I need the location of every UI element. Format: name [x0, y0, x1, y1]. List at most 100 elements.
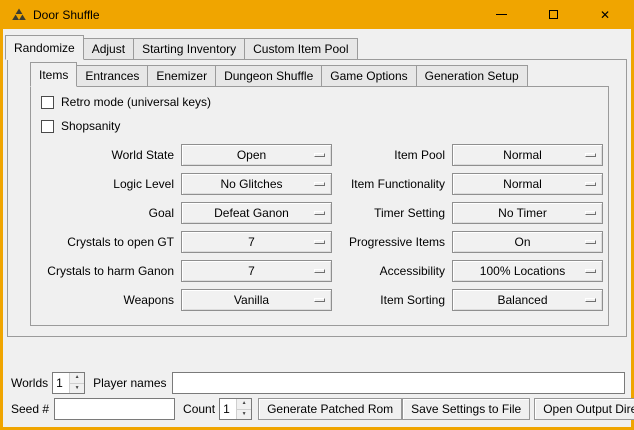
weapons-value: Vanilla	[234, 293, 279, 307]
open-output-directory-button[interactable]: Open Output Directory	[534, 398, 634, 420]
count-spinbox[interactable]: 1 ▲ ▼	[219, 398, 252, 420]
spin-up-icon[interactable]: ▲	[70, 373, 84, 384]
tab-entrances[interactable]: Entrances	[76, 65, 148, 87]
accessibility-label: Accessibility	[336, 264, 448, 278]
dropdown-indicator-icon	[314, 153, 325, 157]
spin-down-icon[interactable]: ▼	[70, 384, 84, 394]
window-controls: ✕	[475, 0, 631, 29]
generate-patched-rom-button[interactable]: Generate Patched Rom	[258, 398, 402, 420]
timer-setting-value: No Timer	[498, 206, 557, 220]
timer-setting-label: Timer Setting	[336, 206, 448, 220]
generate-row: Seed # Count 1 ▲ ▼ Generate Patched Rom …	[11, 398, 625, 420]
accessibility-dropdown[interactable]: 100% Locations	[452, 260, 603, 282]
dropdown-indicator-icon	[585, 182, 596, 186]
save-settings-button[interactable]: Save Settings to File	[402, 398, 530, 420]
item-pool-label: Item Pool	[336, 148, 448, 162]
world-state-label: World State	[41, 148, 177, 162]
goal-dropdown[interactable]: Defeat Ganon	[181, 202, 332, 224]
retro-mode-checkbox[interactable]: Retro mode (universal keys)	[41, 95, 608, 109]
shopsanity-checkbox[interactable]: Shopsanity	[41, 119, 608, 133]
item-sorting-dropdown[interactable]: Balanced	[452, 289, 603, 311]
spin-arrows: ▲ ▼	[236, 399, 251, 419]
dropdown-indicator-icon	[585, 153, 596, 157]
dropdown-indicator-icon	[585, 211, 596, 215]
weapons-label: Weapons	[41, 293, 177, 307]
item-pool-value: Normal	[503, 148, 552, 162]
dropdown-indicator-icon	[314, 298, 325, 302]
tab-dungeon-shuffle[interactable]: Dungeon Shuffle	[215, 65, 322, 87]
spin-down-icon[interactable]: ▼	[237, 410, 251, 420]
crystals-harm-ganon-label: Crystals to harm Ganon	[41, 264, 177, 278]
accessibility-value: 100% Locations	[480, 264, 575, 278]
tab-items[interactable]: Items	[30, 62, 77, 87]
tab-starting-inventory[interactable]: Starting Inventory	[133, 38, 245, 60]
tab-enemizer[interactable]: Enemizer	[147, 65, 216, 87]
tab-custom-item-pool[interactable]: Custom Item Pool	[244, 38, 357, 60]
world-state-value: Open	[237, 148, 276, 162]
close-icon: ✕	[600, 9, 610, 21]
item-functionality-dropdown[interactable]: Normal	[452, 173, 603, 195]
titlebar: Door Shuffle ✕	[3, 0, 631, 29]
item-functionality-label: Item Functionality	[336, 177, 448, 191]
checkbox-box-icon	[41, 120, 54, 133]
randomize-pane: Items Entrances Enemizer Dungeon Shuffle…	[7, 59, 627, 337]
crystals-harm-ganon-dropdown[interactable]: 7	[181, 260, 332, 282]
item-pool-dropdown[interactable]: Normal	[452, 144, 603, 166]
minimize-button[interactable]	[475, 0, 527, 29]
item-sorting-label: Item Sorting	[336, 293, 448, 307]
count-label: Count	[183, 402, 215, 416]
dropdown-indicator-icon	[314, 240, 325, 244]
progressive-items-dropdown[interactable]: On	[452, 231, 603, 253]
primary-tab-bar: Randomize Adjust Starting Inventory Cust…	[3, 35, 631, 60]
secondary-tab-bar: Items Entrances Enemizer Dungeon Shuffle…	[30, 62, 626, 87]
worlds-label: Worlds	[11, 376, 48, 390]
client-area: Randomize Adjust Starting Inventory Cust…	[3, 29, 631, 427]
crystals-open-gt-value: 7	[248, 235, 265, 249]
dropdown-indicator-icon	[314, 182, 325, 186]
dropdown-indicator-icon	[585, 298, 596, 302]
tab-randomize[interactable]: Randomize	[5, 35, 84, 60]
goal-label: Goal	[41, 206, 177, 220]
spin-up-icon[interactable]: ▲	[237, 399, 251, 410]
crystals-open-gt-label: Crystals to open GT	[41, 235, 177, 249]
window-title: Door Shuffle	[33, 8, 100, 22]
progressive-items-value: On	[514, 235, 540, 249]
dropdown-indicator-icon	[314, 269, 325, 273]
item-sorting-value: Balanced	[497, 293, 557, 307]
crystals-harm-ganon-value: 7	[248, 264, 265, 278]
logic-level-value: No Glitches	[220, 177, 292, 191]
count-value: 1	[220, 399, 236, 419]
timer-setting-dropdown[interactable]: No Timer	[452, 202, 603, 224]
spin-arrows: ▲ ▼	[69, 373, 84, 393]
seed-input[interactable]	[54, 398, 175, 420]
options-grid: World State Open Item Pool Normal Logic …	[41, 144, 608, 311]
dropdown-indicator-icon	[314, 211, 325, 215]
progressive-items-label: Progressive Items	[336, 235, 448, 249]
tab-generation-setup[interactable]: Generation Setup	[416, 65, 528, 87]
logic-level-dropdown[interactable]: No Glitches	[181, 173, 332, 195]
goal-value: Defeat Ganon	[214, 206, 299, 220]
maximize-button[interactable]	[527, 0, 579, 29]
items-pane: Retro mode (universal keys) Shopsanity W…	[30, 86, 609, 326]
worlds-spinbox[interactable]: 1 ▲ ▼	[52, 372, 85, 394]
seed-label: Seed #	[11, 402, 49, 416]
player-names-label: Player names	[93, 376, 166, 390]
logic-level-label: Logic Level	[41, 177, 177, 191]
dropdown-indicator-icon	[585, 240, 596, 244]
weapons-dropdown[interactable]: Vanilla	[181, 289, 332, 311]
dropdown-indicator-icon	[585, 269, 596, 273]
world-state-dropdown[interactable]: Open	[181, 144, 332, 166]
tab-game-options[interactable]: Game Options	[321, 65, 416, 87]
player-names-input[interactable]	[172, 372, 626, 394]
close-button[interactable]: ✕	[579, 0, 631, 29]
shopsanity-label: Shopsanity	[61, 119, 120, 133]
app-icon	[12, 8, 26, 21]
multiworld-row: Worlds 1 ▲ ▼ Player names	[11, 372, 625, 394]
minimize-icon	[496, 14, 507, 15]
item-functionality-value: Normal	[503, 177, 552, 191]
window: Door Shuffle ✕ Randomize Adjust Starting…	[0, 0, 634, 430]
crystals-open-gt-dropdown[interactable]: 7	[181, 231, 332, 253]
worlds-value: 1	[53, 373, 69, 393]
tab-adjust[interactable]: Adjust	[83, 38, 134, 60]
checkbox-box-icon	[41, 96, 54, 109]
